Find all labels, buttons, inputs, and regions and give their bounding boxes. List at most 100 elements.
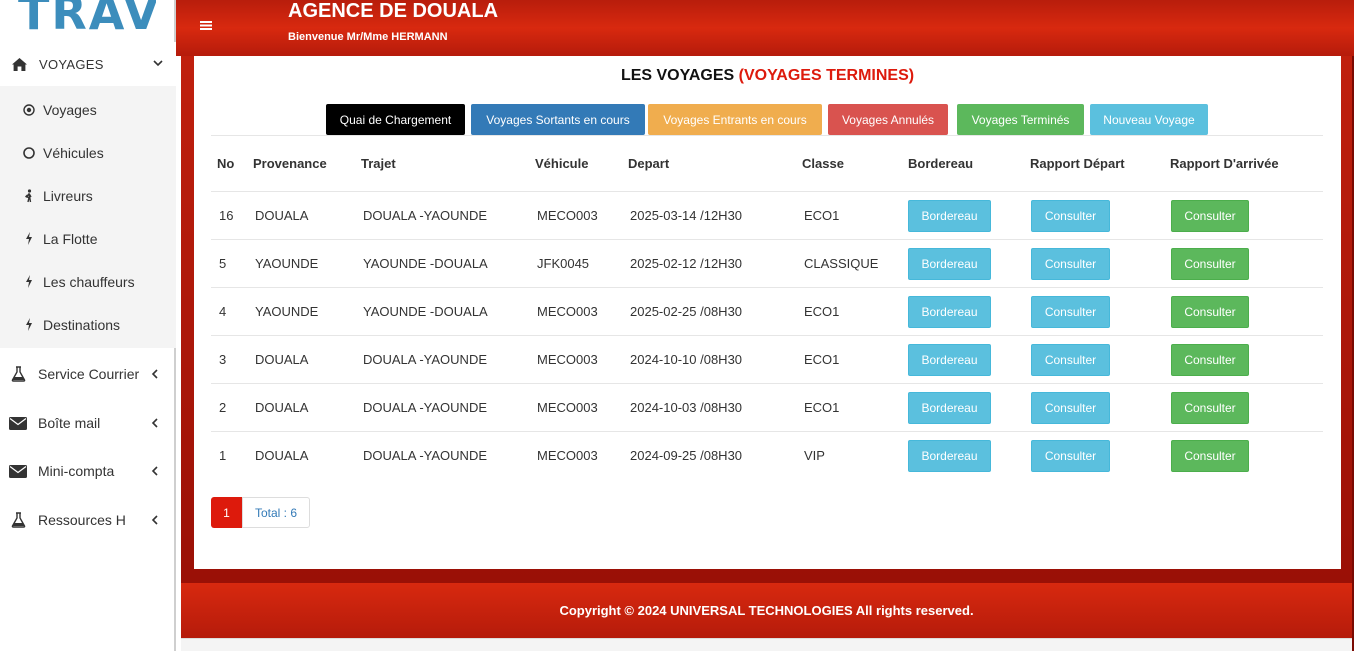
cell-depart: 2024-10-03 /08H30 bbox=[630, 400, 743, 415]
cell-trajet: DOUALA -YAOUNDE bbox=[363, 208, 488, 223]
hamburger-menu-icon[interactable] bbox=[200, 18, 212, 36]
sidebar-item-label: Service Courrier bbox=[38, 366, 140, 382]
cell-trajet: YAOUNDE -DOUALA bbox=[363, 304, 488, 319]
divider bbox=[211, 335, 1323, 336]
nouveau-voyage-button[interactable]: Nouveau Voyage bbox=[1090, 104, 1208, 135]
sidebar-subitem-label: Véhicules bbox=[43, 144, 104, 161]
envelope-icon bbox=[8, 464, 28, 478]
voyages-annules-button[interactable]: Voyages Annulés bbox=[828, 104, 948, 135]
sidebar-subitem-label: La Flotte bbox=[43, 230, 98, 247]
voyages-termines-button[interactable]: Voyages Terminés bbox=[957, 104, 1084, 135]
sidebar-item-label: Ressources H bbox=[38, 512, 126, 528]
chevron-left-icon bbox=[150, 464, 160, 480]
cell-trajet: DOUALA -YAOUNDE bbox=[363, 448, 488, 463]
cell-no: 4 bbox=[219, 304, 227, 319]
cell-no: 2 bbox=[219, 400, 227, 415]
rapport-depart-consulter-button[interactable]: Consulter bbox=[1031, 392, 1110, 424]
cell-classe: ECO1 bbox=[804, 400, 840, 415]
bordereau-button[interactable]: Bordereau bbox=[908, 200, 991, 232]
sidebar-item-service-courrier[interactable]: Service Courrier bbox=[0, 354, 176, 394]
rapport-depart-consulter-button[interactable]: Consulter bbox=[1031, 248, 1110, 280]
page-title-status: (VOYAGES TERMINES) bbox=[738, 67, 915, 84]
chevron-left-icon bbox=[150, 416, 160, 432]
total-count: Total : 6 bbox=[242, 497, 310, 528]
bolt-icon bbox=[22, 232, 36, 245]
rapport-arrivee-consulter-button[interactable]: Consulter bbox=[1171, 344, 1249, 376]
bordereau-button[interactable]: Bordereau bbox=[908, 296, 991, 328]
bordereau-button[interactable]: Bordereau bbox=[908, 248, 991, 280]
cell-provenance: DOUALA bbox=[255, 400, 309, 415]
cell-classe: ECO1 bbox=[804, 208, 840, 223]
footer: Copyright © 2024 UNIVERSAL TECHNOLOGIES … bbox=[181, 583, 1352, 638]
cell-provenance: DOUALA bbox=[255, 352, 309, 367]
sidebar-item-boite-mail[interactable]: Boîte mail bbox=[0, 403, 176, 443]
bottom-strip bbox=[181, 638, 1352, 651]
rapport-depart-consulter-button[interactable]: Consulter bbox=[1031, 200, 1110, 232]
divider bbox=[211, 239, 1323, 240]
voyages-entrants-button[interactable]: Voyages Entrants en cours bbox=[648, 104, 822, 135]
sidebar-item-voyages[interactable]: VOYAGES bbox=[0, 42, 176, 86]
cell-provenance: DOUALA bbox=[255, 448, 309, 463]
sidebar-subitem-label: Destinations bbox=[43, 316, 121, 333]
quai-de-chargement-button[interactable]: Quai de Chargement bbox=[326, 104, 465, 135]
sidebar-subitem-la-flotte[interactable]: La Flotte bbox=[0, 217, 176, 260]
rapport-depart-consulter-button[interactable]: Consulter bbox=[1031, 344, 1110, 376]
cell-no: 1 bbox=[219, 448, 227, 463]
top-header: AGENCE DE DOUALA Bienvenue Mr/Mme HERMAN… bbox=[176, 0, 1354, 56]
column-header-bordereau: Bordereau bbox=[908, 156, 974, 171]
cell-vehicule: MECO003 bbox=[537, 352, 598, 367]
flask-icon bbox=[8, 366, 28, 382]
sidebar-subitem-vehicules[interactable]: Véhicules bbox=[0, 131, 176, 174]
rapport-arrivee-consulter-button[interactable]: Consulter bbox=[1171, 440, 1249, 472]
welcome-message: Bienvenue Mr/Mme HERMANN bbox=[288, 31, 448, 43]
cell-provenance: DOUALA bbox=[255, 208, 309, 223]
column-header-depart: Depart bbox=[628, 156, 670, 171]
sidebar-item-mini-compta[interactable]: Mini-compta bbox=[0, 451, 176, 491]
page-1-button[interactable]: 1 bbox=[211, 497, 242, 528]
bordereau-button[interactable]: Bordereau bbox=[908, 392, 991, 424]
rapport-depart-consulter-button[interactable]: Consulter bbox=[1031, 440, 1110, 472]
column-header-vehicule: Véhicule bbox=[535, 156, 589, 171]
cell-trajet: DOUALA -YAOUNDE bbox=[363, 400, 488, 415]
cell-vehicule: MECO003 bbox=[537, 208, 598, 223]
sidebar-subitem-destinations[interactable]: Destinations bbox=[0, 303, 176, 346]
cell-classe: VIP bbox=[804, 448, 825, 463]
rapport-depart-consulter-button[interactable]: Consulter bbox=[1031, 296, 1110, 328]
rapport-arrivee-consulter-button[interactable]: Consulter bbox=[1171, 200, 1249, 232]
circle-icon bbox=[22, 146, 36, 159]
cell-classe: CLASSIQUE bbox=[804, 256, 879, 271]
voyages-sortants-button[interactable]: Voyages Sortants en cours bbox=[471, 104, 645, 135]
rapport-arrivee-consulter-button[interactable]: Consulter bbox=[1171, 392, 1249, 424]
bordereau-button[interactable]: Bordereau bbox=[908, 440, 991, 472]
cell-provenance: YAOUNDE bbox=[255, 304, 319, 319]
column-header-rapport-arrivee: Rapport D'arrivée bbox=[1170, 156, 1279, 171]
column-header-provenance: Provenance bbox=[253, 156, 327, 171]
column-header-rapport-depart: Rapport Départ bbox=[1030, 156, 1125, 171]
sidebar-subitem-voyages[interactable]: Voyages bbox=[0, 88, 176, 131]
bordereau-button[interactable]: Bordereau bbox=[908, 344, 991, 376]
divider bbox=[211, 135, 1323, 136]
logo-text: TRAV bbox=[18, 0, 156, 36]
cell-no: 3 bbox=[219, 352, 227, 367]
page-title: LES VOYAGES (VOYAGES TERMINES) bbox=[194, 67, 1341, 85]
sidebar-subitem-livreurs[interactable]: Livreurs bbox=[0, 174, 176, 217]
divider bbox=[211, 431, 1323, 432]
bolt-icon bbox=[22, 318, 36, 331]
envelope-icon bbox=[8, 416, 28, 430]
cell-classe: ECO1 bbox=[804, 352, 840, 367]
cell-depart: 2024-10-10 /08H30 bbox=[630, 352, 743, 367]
column-header-no: No bbox=[217, 156, 235, 171]
cell-depart: 2025-02-25 /08H30 bbox=[630, 304, 743, 319]
rapport-arrivee-consulter-button[interactable]: Consulter bbox=[1171, 296, 1249, 328]
sidebar-subitem-les-chauffeurs[interactable]: Les chauffeurs bbox=[0, 260, 176, 303]
chevron-left-icon bbox=[150, 367, 160, 383]
rapport-arrivee-consulter-button[interactable]: Consulter bbox=[1171, 248, 1249, 280]
sidebar-item-ressources-h[interactable]: Ressources H bbox=[0, 500, 176, 540]
sidebar-item-label: VOYAGES bbox=[39, 56, 104, 72]
cell-trajet: YAOUNDE -DOUALA bbox=[363, 256, 488, 271]
logo[interactable]: TRAV bbox=[18, 0, 156, 36]
sidebar-subitem-label: Livreurs bbox=[43, 187, 93, 204]
dot-circle-icon bbox=[22, 103, 36, 116]
cell-provenance: YAOUNDE bbox=[255, 256, 319, 271]
pagination: 1 Total : 6 bbox=[211, 497, 310, 528]
